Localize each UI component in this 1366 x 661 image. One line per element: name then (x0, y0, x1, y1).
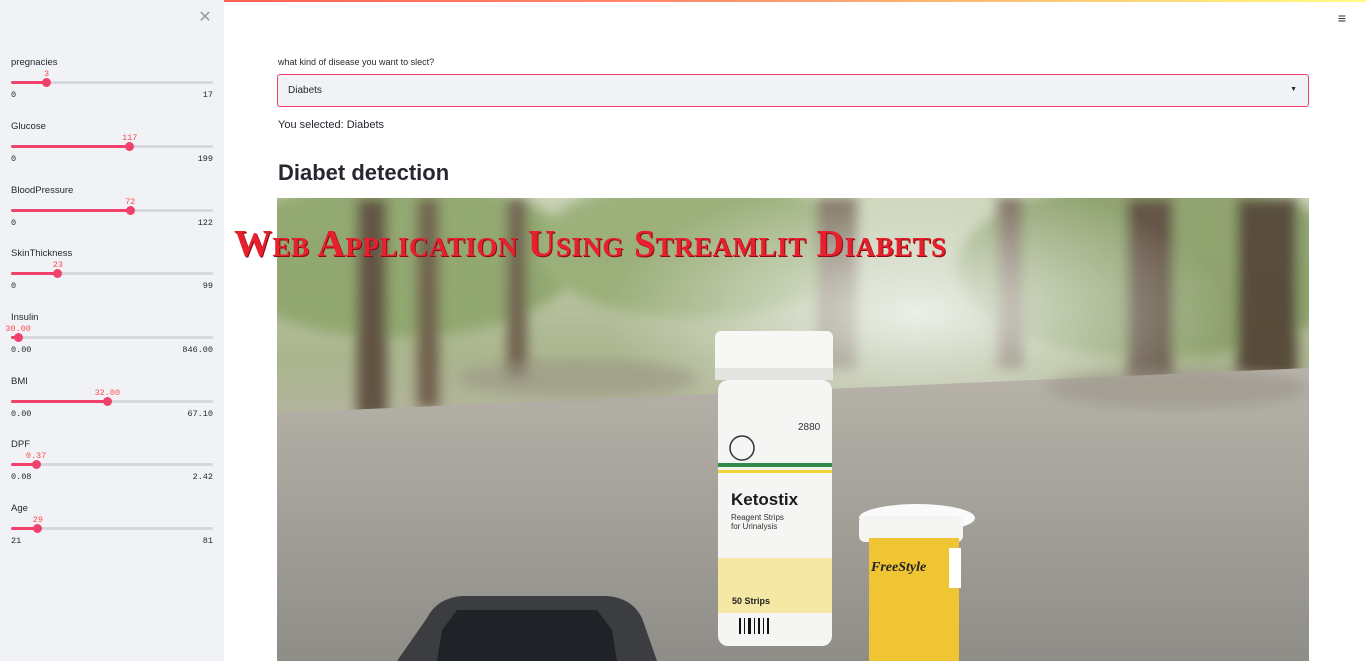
slider-value: 30.00 (5, 324, 31, 334)
slider-label: DPF (11, 439, 30, 450)
slider-value: 32.00 (94, 388, 121, 398)
disease-select-label: what kind of disease you want to slect? (278, 57, 435, 67)
slider-label: Glucose (11, 121, 46, 132)
slider-label: SkinThickness (11, 248, 73, 259)
slider-fill (11, 272, 58, 275)
hero-image: Ketostix Reagent Strips for Urinalysis 2… (277, 198, 1309, 661)
slider-min: 21 (11, 536, 22, 546)
banner-title: Web Application Using Streamlit Diabets (234, 223, 947, 265)
slider-max: 2.42 (192, 472, 213, 482)
slider-max: 81 (202, 536, 213, 546)
slider-track[interactable] (11, 205, 213, 215)
slider-label: BMI (11, 376, 28, 387)
slider-fill (11, 145, 130, 148)
slider-max: 99 (202, 281, 213, 291)
slider-value: 23 (52, 260, 63, 270)
slider-label: BloodPressure (11, 185, 74, 196)
slider-min: 0 (11, 218, 17, 228)
slider-track[interactable] (11, 459, 213, 469)
slider-min: 0 (11, 281, 17, 291)
slider-track[interactable] (11, 396, 213, 406)
slider-min: 0 (11, 154, 17, 164)
slider-bloodpressure[interactable]: BloodPressure 72 0 122 (11, 185, 213, 235)
svg-text:2880: 2880 (798, 422, 821, 433)
disease-selectbox[interactable]: Diabets ▼ (277, 74, 1309, 107)
slider-track[interactable] (11, 332, 213, 342)
slider-track[interactable] (11, 268, 213, 278)
slider-skinthickness[interactable]: SkinThickness 23 0 99 (11, 248, 213, 298)
slider-max: 846.00 (182, 345, 213, 355)
slider-dpf[interactable]: DPF 0.37 0.08 2.42 (11, 439, 213, 489)
slider-label: Insulin (11, 312, 39, 323)
svg-text:Ketostix: Ketostix (731, 490, 799, 509)
hamburger-menu-icon[interactable]: ≡ (1335, 11, 1349, 25)
diabetes-supplies-photo: Ketostix Reagent Strips for Urinalysis 2… (277, 198, 1309, 661)
svg-text:FreeStyle: FreeStyle (870, 560, 926, 575)
slider-min: 0.00 (11, 345, 32, 355)
disease-select-value: Diabets (288, 85, 322, 96)
slider-max: 199 (197, 154, 213, 164)
slider-track[interactable] (11, 141, 213, 151)
close-icon[interactable]: ✕ (197, 10, 213, 26)
slider-age[interactable]: Age 29 21 81 (11, 503, 213, 553)
svg-text:Reagent Strips: Reagent Strips (731, 513, 784, 522)
slider-fill (11, 400, 108, 403)
slider-value: 117 (122, 133, 138, 143)
slider-pregnacies[interactable]: pregnacies 3 0 17 (11, 57, 213, 107)
slider-glucose[interactable]: Glucose 117 0 199 (11, 121, 213, 171)
svg-text:for Urinalysis: for Urinalysis (731, 522, 777, 531)
slider-label: pregnacies (11, 57, 58, 68)
slider-min: 0.08 (11, 472, 32, 482)
slider-value: 3 (43, 69, 50, 79)
slider-bmi[interactable]: BMI 32.00 0.00 67.10 (11, 376, 213, 426)
slider-max: 122 (197, 218, 213, 228)
chevron-down-icon: ▼ (1290, 86, 1297, 93)
svg-text:50 Strips: 50 Strips (732, 596, 770, 606)
slider-max: 17 (202, 90, 213, 100)
slider-max: 67.10 (187, 409, 213, 419)
slider-value: 72 (125, 197, 136, 207)
slider-value: 29 (32, 515, 43, 525)
selected-disease-text: You selected: Diabets (278, 119, 384, 131)
slider-min: 0 (11, 90, 17, 100)
sidebar: ✕ pregnacies 3 0 17 Glucose 117 0 199 BloodPress… (0, 0, 224, 661)
slider-min: 0.00 (11, 409, 32, 419)
slider-track[interactable] (11, 523, 213, 533)
slider-value: 0.37 (25, 451, 47, 461)
slider-track[interactable] (11, 77, 213, 87)
slider-insulin[interactable]: Insulin 30.00 0.00 846.00 (5, 312, 213, 362)
slider-label: Age (11, 503, 28, 514)
page-title: Diabet detection (278, 160, 450, 185)
slider-fill (11, 209, 131, 212)
